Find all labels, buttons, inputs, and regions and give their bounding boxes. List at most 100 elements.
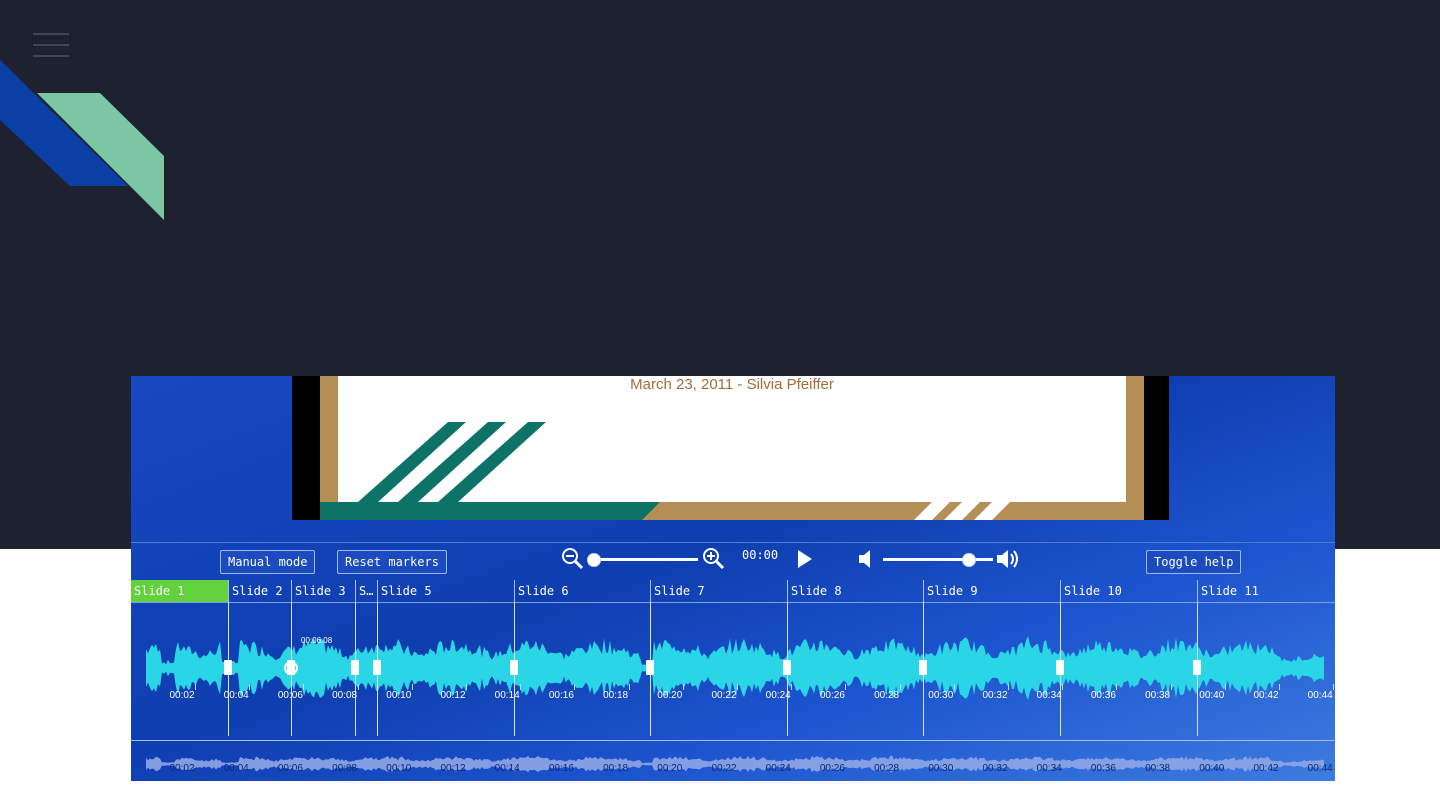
overview-tick-label: 00:34 [1036,763,1062,774]
slide-lane-item[interactable]: Slide 3 [291,580,355,602]
toggle-help-button[interactable]: Toggle help [1146,550,1242,574]
slide-lane-item[interactable]: Slide 6 [514,580,650,602]
slide-lane-item[interactable]: Slide 10 [1060,580,1197,602]
brand-logo [0,60,164,220]
video-player[interactable]: March 23, 2011 - Silvia Pfeiffer [292,376,1169,520]
time-tick [466,684,467,690]
slide-lane-item[interactable]: Slide 11 [1197,580,1335,602]
time-tick [1224,684,1226,690]
overview-tick-label: 00:24 [765,763,791,774]
overview-tick-label: 00:26 [819,763,845,774]
time-tick [1008,684,1009,690]
time-tick-label: 00:12 [440,690,466,701]
slide-lane-item[interactable]: Slide 9 [923,580,1060,602]
time-tick-label: 00:24 [765,690,791,701]
time-tick-label: 00:38 [1145,690,1171,701]
overview-tick-label: 00:14 [494,763,520,774]
overview-tick-label: 00:02 [169,763,195,774]
audio-waveform[interactable] [131,602,1335,736]
time-tick [195,684,196,690]
slide-lane-item[interactable]: Slide 1 [131,580,228,602]
time-tick-label: 00:16 [548,690,574,701]
overview-tick-label: 00:40 [1199,763,1225,774]
timeline: Slide 1 Slide 2 Slide 3 S… Slide 5 Slide 6 Sli… [131,580,1335,781]
slide-marker-handle[interactable] [783,660,791,675]
overview-tick-label: 00:12 [440,763,466,774]
time-tick [303,684,305,690]
time-tick [357,684,359,690]
time-tick [791,684,793,690]
time-tick-label: 00:14 [494,690,520,701]
slide-lane-item[interactable]: Slide 8 [787,580,923,602]
overview-tick-label: 00:38 [1145,763,1171,774]
time-tick [1279,684,1280,690]
slide-lane-item[interactable]: Slide 5 [377,580,514,602]
overview-tick-label: 00:18 [603,763,629,774]
time-tick-label: 00:42 [1253,690,1279,701]
overview-tick-label: 00:36 [1090,763,1116,774]
time-tick-label: 00:02 [169,690,195,701]
slide-marker-handle[interactable] [919,660,927,675]
time-tick [1116,684,1118,690]
time-tick-label: 00:28 [874,690,900,701]
time-tick [1062,684,1064,690]
slide-marker-handle[interactable] [373,660,381,675]
time-tick [1333,684,1335,690]
time-tick [1170,684,1172,690]
time-tick-label: 00:06 [277,690,303,701]
slide-sync-editor: March 23, 2011 - Silvia Pfeiffer Manual … [131,376,1335,781]
time-tick-label: 00:18 [603,690,629,701]
time-tick-label: 00:20 [657,690,683,701]
overview-tick-label: 00:30 [928,763,954,774]
overview-waveform[interactable] [131,741,1335,781]
overview-tick-label: 00:16 [548,763,574,774]
time-tick-label: 00:34 [1036,690,1062,701]
slide-marker-handle[interactable] [510,660,518,675]
cursor-time-label: 00:06.08 [301,636,333,645]
volume-low-icon[interactable] [855,546,881,572]
time-tick [411,684,413,690]
manual-mode-button[interactable]: Manual mode [220,550,316,574]
time-tick-label: 00:32 [982,690,1008,701]
time-tick-label: 00:40 [1199,690,1225,701]
zoom-slider[interactable] [587,553,698,567]
time-tick [682,684,684,690]
slide-lane-item[interactable]: S… [355,580,377,602]
time-tick-label: 00:44 [1307,690,1333,701]
overview-tick-label: 00:08 [332,763,358,774]
slide-marker-handle[interactable] [351,660,359,675]
time-tick-label: 00:10 [386,690,412,701]
overview-tick-label: 00:04 [223,763,249,774]
zoom-in-icon[interactable] [701,546,727,572]
zoom-slider-knob[interactable] [587,553,601,567]
time-tick-label: 00:30 [928,690,954,701]
time-tick [574,684,576,690]
time-tick [520,684,522,690]
overview-tick-label: 00:32 [982,763,1008,774]
volume-high-icon[interactable] [995,546,1021,572]
slide-marker-handle[interactable] [224,660,232,675]
playhead-handle[interactable] [284,661,298,675]
volume-slider-knob[interactable] [961,553,976,567]
slide-bottom-stripes [320,502,1010,520]
time-tick [628,684,630,690]
reset-markers-button[interactable]: Reset markers [337,550,447,574]
zoom-out-icon[interactable] [560,546,586,572]
slide-lane: Slide 1 Slide 2 Slide 3 S… Slide 5 Slide 6 Sli… [131,580,1335,603]
slide-lane-item[interactable]: Slide 7 [650,580,787,602]
slide-lane-item[interactable]: Slide 2 [228,580,291,602]
volume-slider[interactable] [883,553,993,567]
overview-tick-label: 00:06 [277,763,303,774]
slide-marker-handle[interactable] [1056,660,1064,675]
time-tick [953,684,955,690]
overview-tick-label: 00:44 [1307,763,1333,774]
overview-tick-label: 00:20 [657,763,683,774]
overview-tick-label: 00:10 [386,763,412,774]
overview-tick-label: 00:42 [1253,763,1279,774]
overview-tick-label: 00:22 [711,763,737,774]
slide-marker-handle[interactable] [646,660,654,675]
time-tick [737,684,738,690]
slide-marker-handle[interactable] [1193,660,1201,675]
overview-tick-label: 00:28 [874,763,900,774]
play-icon[interactable] [792,546,818,572]
